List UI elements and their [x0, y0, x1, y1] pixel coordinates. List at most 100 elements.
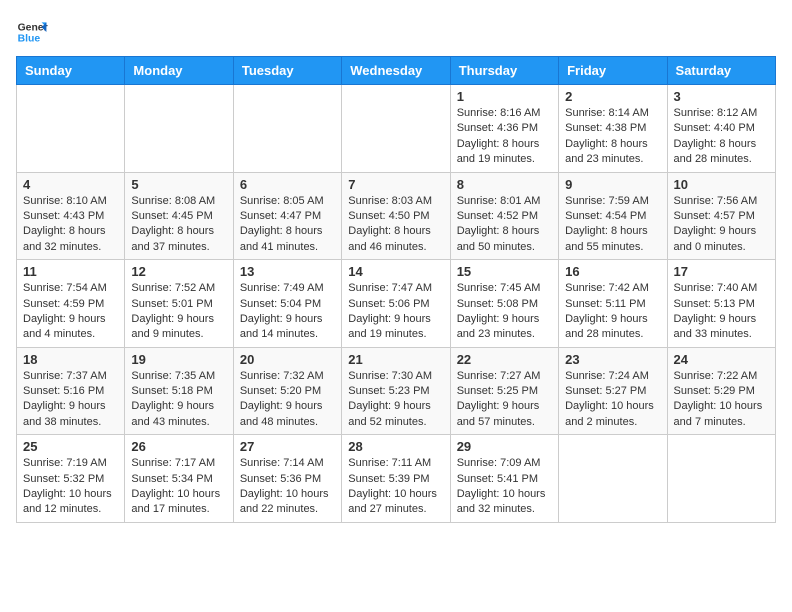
day-number: 11 — [23, 264, 118, 279]
calendar-cell: 12 Sunrise: 7:52 AM Sunset: 5:01 PM Dayli… — [125, 260, 233, 348]
day-number: 26 — [131, 439, 226, 454]
day-info: Sunrise: 7:19 AM Sunset: 5:32 PM Dayligh… — [23, 456, 118, 518]
day-number: 8 — [457, 177, 552, 192]
calendar-cell: 18 Sunrise: 7:37 AM Sunset: 5:16 PM Dayli… — [17, 347, 125, 435]
day-number: 5 — [131, 177, 226, 192]
day-number: 16 — [565, 264, 660, 279]
calendar-header-row: SundayMondayTuesdayWednesdayThursdayFrid… — [17, 57, 776, 85]
day-number: 4 — [23, 177, 118, 192]
day-info: Sunrise: 7:35 AM Sunset: 5:18 PM Dayligh… — [131, 369, 226, 431]
calendar-cell: 23 Sunrise: 7:24 AM Sunset: 5:27 PM Dayli… — [559, 347, 667, 435]
column-header-friday: Friday — [559, 57, 667, 85]
day-number: 2 — [565, 89, 660, 104]
day-info: Sunrise: 8:16 AM Sunset: 4:36 PM Dayligh… — [457, 106, 552, 168]
calendar-cell — [559, 435, 667, 523]
day-info: Sunrise: 7:37 AM Sunset: 5:16 PM Dayligh… — [23, 369, 118, 431]
day-number: 24 — [674, 352, 769, 367]
day-number: 3 — [674, 89, 769, 104]
calendar-cell: 16 Sunrise: 7:42 AM Sunset: 5:11 PM Dayli… — [559, 260, 667, 348]
day-info: Sunrise: 7:45 AM Sunset: 5:08 PM Dayligh… — [457, 281, 552, 343]
day-info: Sunrise: 7:30 AM Sunset: 5:23 PM Dayligh… — [348, 369, 443, 431]
calendar-cell: 4Sunrise: 8:10 AM Sunset: 4:43 PM Daylig… — [17, 172, 125, 260]
calendar-cell: 28 Sunrise: 7:11 AM Sunset: 5:39 PM Dayli… — [342, 435, 450, 523]
calendar-cell: 15Sunrise: 7:45 AM Sunset: 5:08 PM Dayli… — [450, 260, 558, 348]
day-number: 20 — [240, 352, 335, 367]
day-info: Sunrise: 8:05 AM Sunset: 4:47 PM Dayligh… — [240, 194, 335, 256]
day-number: 12 — [131, 264, 226, 279]
svg-text:Blue: Blue — [18, 34, 41, 45]
day-number: 25 — [23, 439, 118, 454]
day-info: Sunrise: 8:14 AM Sunset: 4:38 PM Dayligh… — [565, 106, 660, 168]
column-header-monday: Monday — [125, 57, 233, 85]
day-number: 7 — [348, 177, 443, 192]
calendar-cell: 9 Sunrise: 7:59 AM Sunset: 4:54 PM Daylig… — [559, 172, 667, 260]
column-header-saturday: Saturday — [667, 57, 775, 85]
calendar: SundayMondayTuesdayWednesdayThursdayFrid… — [16, 56, 776, 523]
day-number: 27 — [240, 439, 335, 454]
calendar-cell — [17, 85, 125, 173]
day-number: 1 — [457, 89, 552, 104]
calendar-cell: 10 Sunrise: 7:56 AM Sunset: 4:57 PM Dayli… — [667, 172, 775, 260]
day-info: Sunrise: 7:59 AM Sunset: 4:54 PM Dayligh… — [565, 194, 660, 256]
day-info: Sunrise: 7:17 AM Sunset: 5:34 PM Dayligh… — [131, 456, 226, 518]
day-number: 22 — [457, 352, 552, 367]
day-number: 10 — [674, 177, 769, 192]
header: General Blue — [16, 16, 776, 48]
calendar-cell — [342, 85, 450, 173]
day-info: Sunrise: 7:32 AM Sunset: 5:20 PM Dayligh… — [240, 369, 335, 431]
calendar-cell: 1 Sunrise: 8:16 AM Sunset: 4:36 PM Daylig… — [450, 85, 558, 173]
day-number: 9 — [565, 177, 660, 192]
day-info: Sunrise: 7:56 AM Sunset: 4:57 PM Dayligh… — [674, 194, 769, 256]
day-number: 29 — [457, 439, 552, 454]
logo: General Blue — [16, 16, 48, 48]
column-header-wednesday: Wednesday — [342, 57, 450, 85]
day-info: Sunrise: 7:49 AM Sunset: 5:04 PM Dayligh… — [240, 281, 335, 343]
calendar-cell — [667, 435, 775, 523]
calendar-cell: 13 Sunrise: 7:49 AM Sunset: 5:04 PM Dayli… — [233, 260, 341, 348]
calendar-cell: 21 Sunrise: 7:30 AM Sunset: 5:23 PM Dayli… — [342, 347, 450, 435]
calendar-cell: 22 Sunrise: 7:27 AM Sunset: 5:25 PM Dayli… — [450, 347, 558, 435]
day-info: Sunrise: 7:22 AM Sunset: 5:29 PM Dayligh… — [674, 369, 769, 431]
calendar-cell: 11 Sunrise: 7:54 AM Sunset: 4:59 PM Dayli… — [17, 260, 125, 348]
calendar-cell: 3 Sunrise: 8:12 AM Sunset: 4:40 PM Daylig… — [667, 85, 775, 173]
day-number: 28 — [348, 439, 443, 454]
calendar-week-2: 4Sunrise: 8:10 AM Sunset: 4:43 PM Daylig… — [17, 172, 776, 260]
calendar-cell: 24 Sunrise: 7:22 AM Sunset: 5:29 PM Dayli… — [667, 347, 775, 435]
day-number: 23 — [565, 352, 660, 367]
calendar-cell: 2 Sunrise: 8:14 AM Sunset: 4:38 PM Daylig… — [559, 85, 667, 173]
calendar-cell: 26 Sunrise: 7:17 AM Sunset: 5:34 PM Dayli… — [125, 435, 233, 523]
day-info: Sunrise: 8:01 AM Sunset: 4:52 PM Dayligh… — [457, 194, 552, 256]
calendar-week-5: 25 Sunrise: 7:19 AM Sunset: 5:32 PM Dayli… — [17, 435, 776, 523]
calendar-week-4: 18 Sunrise: 7:37 AM Sunset: 5:16 PM Dayli… — [17, 347, 776, 435]
calendar-cell: 7Sunrise: 8:03 AM Sunset: 4:50 PM Daylig… — [342, 172, 450, 260]
column-header-sunday: Sunday — [17, 57, 125, 85]
day-info: Sunrise: 7:54 AM Sunset: 4:59 PM Dayligh… — [23, 281, 118, 343]
calendar-cell: 25 Sunrise: 7:19 AM Sunset: 5:32 PM Dayli… — [17, 435, 125, 523]
calendar-cell: 14Sunrise: 7:47 AM Sunset: 5:06 PM Dayli… — [342, 260, 450, 348]
column-header-tuesday: Tuesday — [233, 57, 341, 85]
logo-icon: General Blue — [16, 16, 48, 48]
day-info: Sunrise: 7:42 AM Sunset: 5:11 PM Dayligh… — [565, 281, 660, 343]
calendar-cell: 20 Sunrise: 7:32 AM Sunset: 5:20 PM Dayli… — [233, 347, 341, 435]
day-number: 21 — [348, 352, 443, 367]
day-number: 18 — [23, 352, 118, 367]
day-info: Sunrise: 7:14 AM Sunset: 5:36 PM Dayligh… — [240, 456, 335, 518]
calendar-cell: 29Sunrise: 7:09 AM Sunset: 5:41 PM Dayli… — [450, 435, 558, 523]
day-info: Sunrise: 7:40 AM Sunset: 5:13 PM Dayligh… — [674, 281, 769, 343]
day-number: 17 — [674, 264, 769, 279]
calendar-cell — [233, 85, 341, 173]
day-info: Sunrise: 8:08 AM Sunset: 4:45 PM Dayligh… — [131, 194, 226, 256]
day-info: Sunrise: 7:24 AM Sunset: 5:27 PM Dayligh… — [565, 369, 660, 431]
column-header-thursday: Thursday — [450, 57, 558, 85]
day-info: Sunrise: 7:52 AM Sunset: 5:01 PM Dayligh… — [131, 281, 226, 343]
calendar-week-1: 1 Sunrise: 8:16 AM Sunset: 4:36 PM Daylig… — [17, 85, 776, 173]
calendar-cell — [125, 85, 233, 173]
day-info: Sunrise: 7:27 AM Sunset: 5:25 PM Dayligh… — [457, 369, 552, 431]
calendar-cell: 6Sunrise: 8:05 AM Sunset: 4:47 PM Daylig… — [233, 172, 341, 260]
day-info: Sunrise: 7:47 AM Sunset: 5:06 PM Dayligh… — [348, 281, 443, 343]
day-number: 13 — [240, 264, 335, 279]
calendar-cell: 17 Sunrise: 7:40 AM Sunset: 5:13 PM Dayli… — [667, 260, 775, 348]
day-number: 19 — [131, 352, 226, 367]
day-info: Sunrise: 7:11 AM Sunset: 5:39 PM Dayligh… — [348, 456, 443, 518]
day-info: Sunrise: 8:12 AM Sunset: 4:40 PM Dayligh… — [674, 106, 769, 168]
